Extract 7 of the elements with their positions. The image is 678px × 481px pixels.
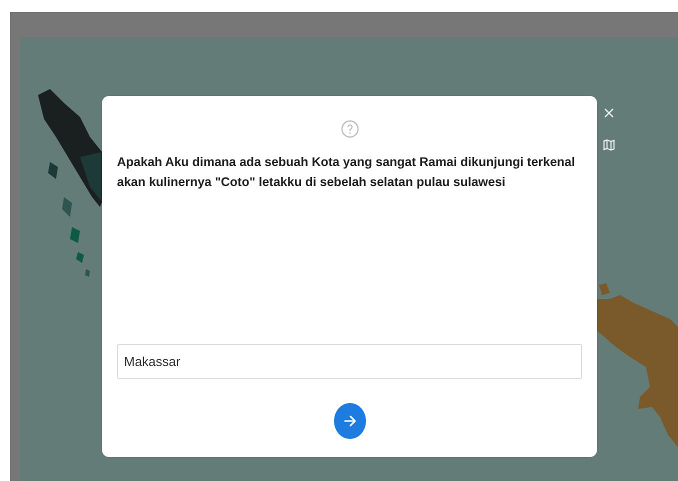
submit-button[interactable] bbox=[334, 403, 366, 439]
arrow-right-icon bbox=[342, 414, 356, 428]
map-icon[interactable] bbox=[603, 139, 615, 151]
answer-field[interactable]: Makassar bbox=[117, 344, 582, 379]
close-icon[interactable] bbox=[604, 108, 614, 118]
question-text: Apakah Aku dimana ada sebuah Kota yang sangat Ramai dikunjungi terkenal akan kulinernya "Coto" letakku di sebelah selatan pulau sulawesi bbox=[117, 154, 576, 191]
help-icon bbox=[340, 120, 358, 138]
